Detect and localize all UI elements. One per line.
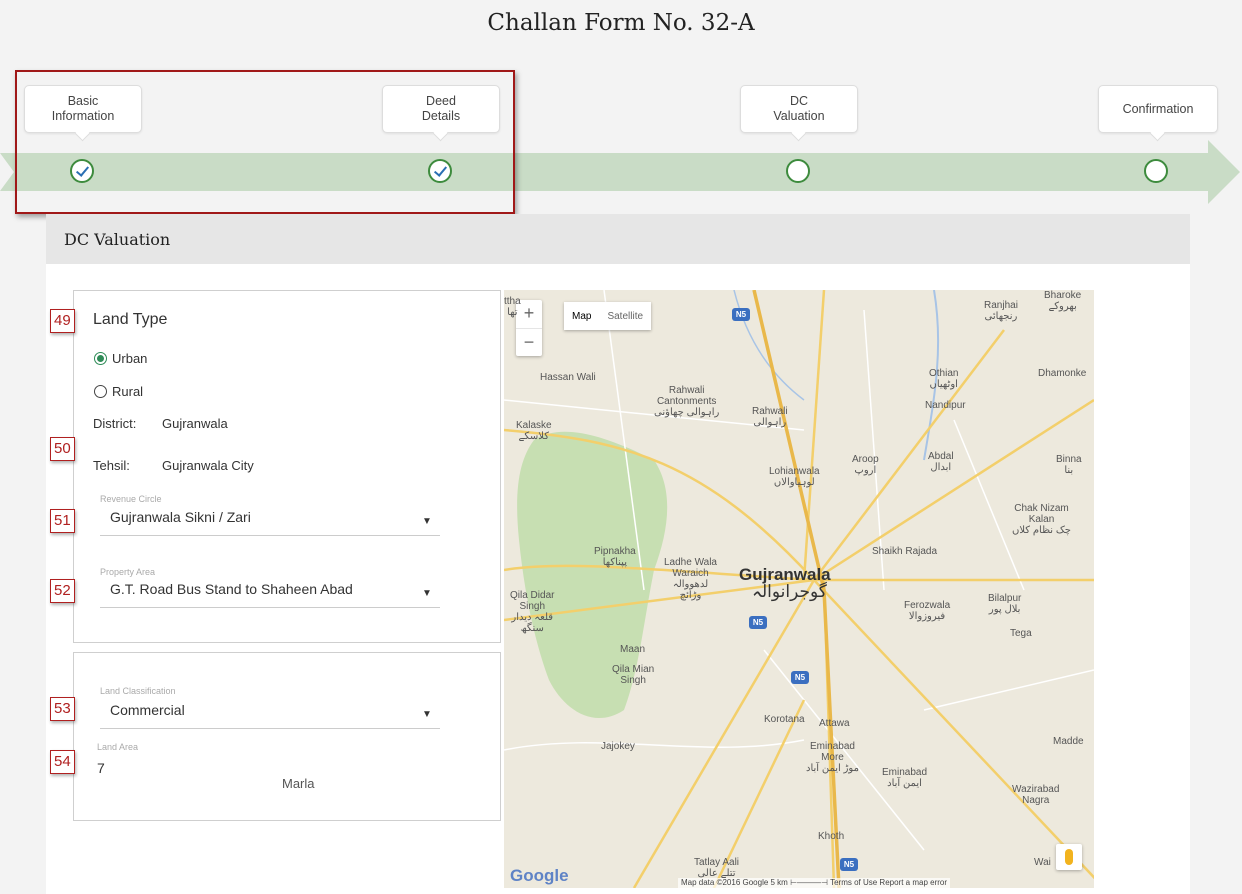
land-area-input[interactable]: 7 xyxy=(97,760,105,776)
zoom-out-button[interactable]: − xyxy=(516,328,542,356)
section-title: DC Valuation xyxy=(64,230,171,249)
map-label-gujranwala-urdu: گوجرانوالہ xyxy=(752,582,827,601)
map-label: Bilalpur بلال پور xyxy=(988,593,1022,615)
empty-circle-icon xyxy=(786,159,810,183)
annotation-tag: 53 xyxy=(50,697,75,721)
dropdown-caret-icon: ▼ xyxy=(422,588,432,599)
land-area-label: Land Area xyxy=(97,742,139,752)
map-widget[interactable]: + − Map Satellite N5 N5 N5 N5 Gujranwala… xyxy=(504,290,1094,888)
land-details-panel xyxy=(73,652,501,821)
map-label: Ferozwala فیروزوالا xyxy=(904,600,951,622)
radio-label: Urban xyxy=(112,351,148,366)
dropdown-caret-icon: ▼ xyxy=(422,709,432,720)
map-label: Ranjhai رنجھائی xyxy=(984,300,1018,322)
section-header xyxy=(46,214,1190,264)
map-label: Rahwali Cantonments راہوالی چھاؤنی xyxy=(654,385,720,418)
progress-band-notch xyxy=(0,153,14,191)
empty-circle-icon xyxy=(1144,159,1168,183)
land-classification-value: Commercial xyxy=(110,702,185,718)
map-label: Attawa xyxy=(819,718,850,729)
map-label: Khoth xyxy=(818,831,845,842)
radio-unchecked-icon xyxy=(94,385,107,398)
highway-n5-badge: N5 xyxy=(791,671,809,684)
select-underline xyxy=(100,607,440,608)
step-dc-valuation[interactable]: DC Valuation xyxy=(740,85,858,133)
map-label: Wai xyxy=(1034,857,1051,868)
map-label: Jajokey xyxy=(601,741,635,752)
select-underline xyxy=(100,535,440,536)
map-label: Shaikh Rajada xyxy=(872,546,938,557)
map-label: Qila Didar Singh قلعہ دیدار سنگھ xyxy=(510,590,555,634)
radio-rural[interactable]: Rural xyxy=(94,384,214,401)
property-area-select[interactable]: G.T. Road Bus Stand to Shaheen Abad ▼ xyxy=(100,578,440,608)
annotation-tag: 50 xyxy=(50,437,75,461)
revenue-circle-value: Gujranwala Sikni / Zari xyxy=(110,509,251,525)
step-label-line1: DC xyxy=(789,94,809,108)
google-logo: Google xyxy=(510,866,569,885)
map-type-satellite-button[interactable]: Satellite xyxy=(599,311,651,322)
map-label: Binna بنا xyxy=(1056,454,1082,476)
step-label-line1: Confirmation xyxy=(1122,101,1194,116)
radio-urban[interactable]: Urban xyxy=(94,351,214,368)
annotation-tag: 54 xyxy=(50,750,75,774)
page-title: Challan Form No. 32-A xyxy=(487,10,755,36)
map-label: Eminabad ایمن آباد xyxy=(882,767,928,789)
map-label: Nandipur xyxy=(925,400,966,411)
progress-arrow-head xyxy=(1208,140,1240,204)
map-label: Pipnakha پپناکھا xyxy=(594,546,636,568)
highway-n5-badge: N5 xyxy=(732,308,750,321)
map-type-map-button[interactable]: Map xyxy=(564,311,599,322)
map-label: Madde xyxy=(1053,736,1084,747)
map-label: Ladhe Wala Waraich لدھووالہ وڑائچ xyxy=(664,557,717,601)
map-label: Tega xyxy=(1010,628,1032,639)
annotation-tag: 52 xyxy=(50,579,75,603)
radio-label: Rural xyxy=(112,384,144,399)
map-label: Hassan Wali xyxy=(540,372,596,383)
map-label: Eminabad More موڑ ایمن آباد xyxy=(806,741,859,774)
property-area-value: G.T. Road Bus Stand to Shaheen Abad xyxy=(110,581,353,597)
map-label: Maan xyxy=(620,644,646,655)
map-label: Bharoke بھروکے xyxy=(1044,290,1082,312)
map-label: Dhamonke xyxy=(1038,368,1087,379)
map-attribution[interactable]: Map data ©2016 Google 5 km ⊢———⊣ Terms o… xyxy=(678,878,951,888)
dropdown-caret-icon: ▼ xyxy=(422,516,432,527)
map-label: Tatlay Aali تتلے عالی xyxy=(694,857,740,879)
map-label: Kalaske کلاسکے xyxy=(516,420,552,442)
street-view-pegman-icon[interactable] xyxy=(1056,844,1082,870)
map-label: Aroop اروپ xyxy=(852,454,879,476)
district-label: District: xyxy=(93,416,137,431)
map-label: Othian اوٹھیاں xyxy=(929,368,959,390)
map-label: Rahwali راہوالی xyxy=(752,406,788,428)
map-label: ttha تھا xyxy=(504,296,521,318)
map-label: Korotana xyxy=(764,714,805,725)
map-label: Qila Mian Singh xyxy=(612,664,655,686)
step-confirmation[interactable]: Confirmation xyxy=(1098,85,1218,133)
map-label: Lohianwala لوہیاوالاں xyxy=(769,466,820,488)
land-area-unit: Marla xyxy=(282,776,315,791)
step-label-line2: Valuation xyxy=(773,109,825,123)
annotation-tag: 49 xyxy=(50,309,75,333)
map-type-control: Map Satellite xyxy=(564,302,652,330)
tehsil-label: Tehsil: xyxy=(93,458,130,473)
land-classification-select[interactable]: Commercial ▼ xyxy=(100,699,440,729)
highway-n5-badge: N5 xyxy=(840,858,858,871)
annotation-tag: 51 xyxy=(50,509,75,533)
select-underline xyxy=(100,728,440,729)
property-area-label: Property Area xyxy=(100,567,156,577)
radio-checked-icon xyxy=(94,352,107,365)
map-label: Wazirabad Nagra xyxy=(1012,784,1060,806)
land-classification-label: Land Classification xyxy=(100,686,176,696)
highlight-box xyxy=(15,70,515,214)
tehsil-value: Gujranwala City xyxy=(162,458,254,473)
district-value: Gujranwala xyxy=(162,416,228,431)
revenue-circle-select[interactable]: Gujranwala Sikni / Zari ▼ xyxy=(100,506,440,536)
highway-n5-badge: N5 xyxy=(749,616,767,629)
revenue-circle-label: Revenue Circle xyxy=(100,494,162,504)
map-label: Chak Nizam Kalan چک نظام کلاں xyxy=(1012,503,1071,536)
land-type-label: Land Type xyxy=(93,311,168,328)
map-label: Abdal ابدال xyxy=(928,451,954,473)
